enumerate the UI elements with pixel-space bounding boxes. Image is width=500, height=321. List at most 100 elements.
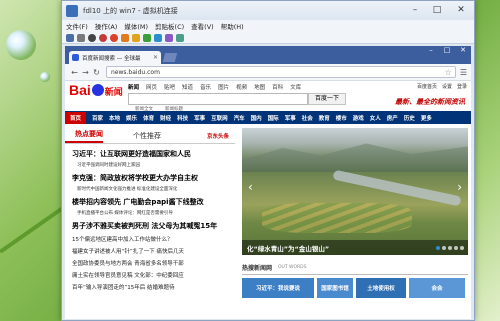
- nav-web[interactable]: 网页: [146, 83, 157, 91]
- nav-news[interactable]: 新闻: [128, 83, 139, 91]
- headline[interactable]: 男子涉不雅买卖被判死刑 法父母为其喊冤15年: [65, 221, 235, 231]
- start-icon[interactable]: [77, 33, 85, 42]
- headline-sub[interactable]: 手机直播平台公布 媒体评论：网红是否需要引导: [65, 210, 235, 216]
- link-settings[interactable]: 设置: [442, 83, 452, 90]
- back-icon[interactable]: ←: [69, 68, 80, 77]
- channel-item[interactable]: 百家: [92, 114, 103, 122]
- browser-minimize-button[interactable]: –: [423, 46, 439, 55]
- minimize-button[interactable]: –: [404, 1, 426, 20]
- channel-item[interactable]: 游戏: [353, 114, 364, 122]
- channel-item[interactable]: 互联网: [211, 114, 228, 122]
- bookmark-star-icon[interactable]: ☆: [445, 68, 452, 77]
- feature-card[interactable]: 国家图书馆: [317, 278, 353, 298]
- power-icon[interactable]: [110, 33, 118, 42]
- hot-tag[interactable]: 京东头条: [207, 132, 229, 140]
- channel-item[interactable]: 娱乐: [126, 114, 137, 122]
- slider-dot[interactable]: [454, 246, 458, 250]
- headline[interactable]: 习近平：让互联网更好造福国家和人民: [65, 149, 235, 159]
- browser-tab[interactable]: 百度新闻搜索 — 全球最 ✕: [69, 51, 161, 64]
- slider-next-icon[interactable]: ›: [457, 180, 462, 194]
- headline-sub[interactable]: 习近平强调同时建设好网上家园: [65, 162, 235, 168]
- turn-off-icon[interactable]: [88, 33, 96, 42]
- slider-prev-icon[interactable]: ‹: [248, 180, 253, 194]
- menu-help[interactable]: 帮助(H): [221, 21, 244, 31]
- link-login[interactable]: 登录: [457, 83, 467, 90]
- tab-hot-news[interactable]: 热点要闻: [65, 129, 103, 143]
- menu-action[interactable]: 操作(A): [95, 21, 118, 31]
- menu-media[interactable]: 媒体(M): [124, 21, 148, 31]
- channel-item[interactable]: 教育: [319, 114, 330, 122]
- pause-icon[interactable]: [132, 33, 140, 42]
- channel-item[interactable]: 国内: [251, 114, 262, 122]
- feature-card[interactable]: 土地使用权: [356, 278, 406, 298]
- headline-sub[interactable]: 新时代中国新闻文化强力推进 标准化建设全面深化: [65, 186, 235, 192]
- nav-tieba[interactable]: 贴吧: [164, 83, 175, 91]
- channel-item[interactable]: 军事: [285, 114, 296, 122]
- reload-icon[interactable]: ↻: [91, 68, 102, 77]
- news-item[interactable]: 全国政协委员与地方两会 青海省多名领导干部: [65, 259, 235, 267]
- new-tab-button[interactable]: [162, 53, 178, 62]
- menu-file[interactable]: 文件(F): [66, 21, 88, 31]
- channel-item[interactable]: 汽车: [234, 114, 245, 122]
- headline[interactable]: 李克强：简政放权将学校更大办学自主权: [65, 173, 235, 183]
- news-item[interactable]: 庸土实在领导官员意见稿 文化部：中纪委回应: [65, 271, 235, 279]
- channel-more[interactable]: 更多: [421, 114, 432, 122]
- link-baidu-home[interactable]: 百度首页: [417, 83, 437, 90]
- news-item[interactable]: 15个偏远地区建高中加入工作站做什么？: [65, 235, 235, 243]
- tab-close-icon[interactable]: ✕: [153, 54, 158, 61]
- search-button[interactable]: 百度一下: [308, 93, 346, 105]
- forward-icon[interactable]: →: [80, 68, 91, 77]
- photo-slider[interactable]: ‹ › 化“绿水青山”为“金山银山”: [242, 128, 468, 255]
- slider-dot[interactable]: [460, 246, 464, 250]
- address-bar[interactable]: news.baidu.com ☆: [106, 66, 456, 78]
- news-search-input[interactable]: [128, 93, 308, 105]
- slider-dot[interactable]: [436, 246, 440, 250]
- channel-item[interactable]: 体育: [143, 114, 154, 122]
- ctrl-alt-del-icon[interactable]: [66, 33, 74, 42]
- slider-dot[interactable]: [442, 246, 446, 250]
- play-icon[interactable]: [143, 33, 151, 42]
- channel-home[interactable]: 首页: [65, 111, 87, 124]
- tab-personal[interactable]: 个性推荐: [123, 131, 161, 141]
- nav-images[interactable]: 图片: [218, 83, 229, 91]
- close-button[interactable]: ✕: [448, 1, 474, 20]
- channel-item[interactable]: 财经: [160, 114, 171, 122]
- channel-item[interactable]: 军事: [194, 114, 205, 122]
- channel-item[interactable]: 科技: [177, 114, 188, 122]
- nav-video[interactable]: 视频: [236, 83, 247, 91]
- maximize-button[interactable]: □: [426, 1, 448, 20]
- logo-text-right: 新闻: [104, 87, 123, 97]
- nav-map[interactable]: 地图: [254, 83, 265, 91]
- channel-item[interactable]: 历史: [404, 114, 415, 122]
- enhanced-session-icon[interactable]: [176, 33, 184, 42]
- menu-clipboard[interactable]: 剪贴板(C): [155, 21, 184, 31]
- nav-baike[interactable]: 百科: [272, 83, 283, 91]
- news-item[interactable]: 福建女子讲述被人用“针”扎了一下 痛快后几天: [65, 247, 235, 255]
- feature-card[interactable]: 习近平：我说要说: [242, 278, 314, 298]
- channel-item[interactable]: 社会: [302, 114, 313, 122]
- checkpoint-icon[interactable]: [154, 33, 162, 42]
- channel-item[interactable]: 国际: [268, 114, 279, 122]
- channel-item[interactable]: 楼市: [336, 114, 347, 122]
- stop-icon[interactable]: [99, 33, 107, 42]
- baidu-logo[interactable]: Bai 新闻: [69, 82, 123, 98]
- browser-maximize-button[interactable]: □: [439, 46, 455, 55]
- channel-item[interactable]: 本地: [109, 114, 120, 122]
- channel-item[interactable]: 女人: [370, 114, 381, 122]
- dewdrop: [6, 30, 36, 60]
- reset-icon[interactable]: [121, 33, 129, 42]
- vm-titlebar[interactable]: fdl10 上的 win7 - 虚拟机连接 – □ ✕: [62, 1, 474, 20]
- nav-music[interactable]: 音乐: [200, 83, 211, 91]
- nav-wenku[interactable]: 文库: [290, 83, 301, 91]
- local-news-title[interactable]: 热搜新闻网: [242, 263, 272, 272]
- nav-zhidao[interactable]: 知道: [182, 83, 193, 91]
- channel-item[interactable]: 房产: [387, 114, 398, 122]
- news-item[interactable]: 百年“输入导演团走的”15年后 结婚难题待: [65, 283, 235, 291]
- browser-close-button[interactable]: ✕: [455, 46, 471, 55]
- revert-icon[interactable]: [165, 33, 173, 42]
- browser-menu-icon[interactable]: ☰: [460, 68, 467, 77]
- slider-dot[interactable]: [448, 246, 452, 250]
- menu-view[interactable]: 查看(V): [191, 21, 214, 31]
- feature-card[interactable]: 会会: [409, 278, 465, 298]
- headline[interactable]: 楼举招内容领先 广电勤会papi酱下线整改: [65, 197, 235, 207]
